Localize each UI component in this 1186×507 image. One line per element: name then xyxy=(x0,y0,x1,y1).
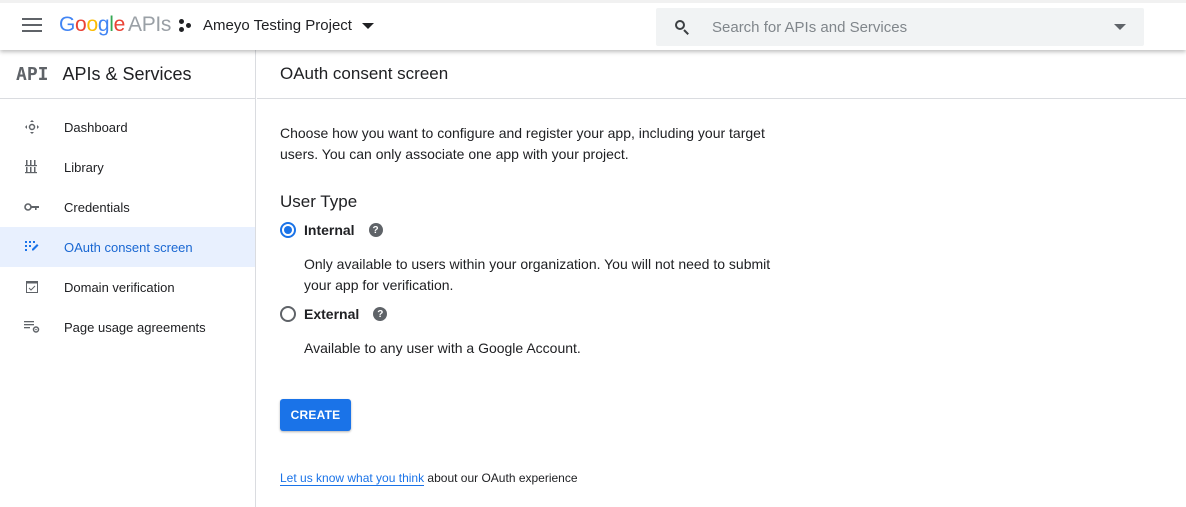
main-menu-icon[interactable] xyxy=(22,18,42,34)
project-icon xyxy=(179,18,195,33)
external-label: External xyxy=(304,306,360,322)
consent-form: Choose how you want to configure and reg… xyxy=(257,123,1186,486)
user-type-internal-option[interactable]: Internal ? xyxy=(280,222,1186,238)
search-dropdown-icon[interactable] xyxy=(1114,24,1126,30)
intro-text: Choose how you want to configure and reg… xyxy=(280,125,765,162)
help-icon[interactable]: ? xyxy=(373,307,388,321)
domain-verification-icon xyxy=(24,279,40,295)
feedback-suffix: about our OAuth experience xyxy=(424,471,578,485)
user-type-heading: User Type xyxy=(280,192,358,211)
api-logo-icon: API xyxy=(16,63,49,85)
search-input[interactable] xyxy=(712,18,1102,36)
search-bar[interactable] xyxy=(656,8,1144,46)
chevron-down-icon xyxy=(361,22,374,29)
sidebar-item-library[interactable]: Library xyxy=(0,147,255,187)
create-button[interactable]: CREATE xyxy=(280,399,351,431)
project-name: Ameyo Testing Project xyxy=(203,17,352,34)
feedback-link[interactable]: Let us know what you think xyxy=(280,471,425,486)
sidebar-title: APIs & Services xyxy=(62,63,192,84)
main-content: OAuth consent screen Choose how you want… xyxy=(257,50,1186,507)
page-header: OAuth consent screen xyxy=(257,50,1186,99)
key-icon xyxy=(24,199,40,215)
page-usage-settings-icon xyxy=(24,319,40,335)
sidebar-item-dashboard[interactable]: Dashboard xyxy=(0,107,255,147)
feedback-text: Let us know what you think about our OAu… xyxy=(280,471,1186,486)
sidebar-header: API APIs & Services xyxy=(0,50,255,99)
sidebar: API APIs & Services Dashboard Library Cr… xyxy=(0,50,256,507)
sidebar-item-page-usage-agreements[interactable]: Page usage agreements xyxy=(0,307,255,347)
internal-label: Internal xyxy=(304,222,355,238)
top-app-bar: Google APIs Ameyo Testing Project xyxy=(0,0,1186,50)
internal-radio[interactable] xyxy=(280,222,296,238)
sidebar-item-oauth-consent-screen[interactable]: OAuth consent screen xyxy=(0,227,255,267)
oauth-consent-icon xyxy=(24,239,40,255)
project-selector[interactable]: Ameyo Testing Project xyxy=(179,17,374,34)
google-apis-logo[interactable]: Google APIs xyxy=(59,13,171,37)
sidebar-nav: Dashboard Library Credentials OAuth cons… xyxy=(0,99,255,347)
search-icon xyxy=(674,19,690,35)
user-type-external-option[interactable]: External ? xyxy=(280,306,1186,322)
internal-description: Only available to users within your orga… xyxy=(304,256,771,293)
page-title: OAuth consent screen xyxy=(280,64,449,83)
external-radio[interactable] xyxy=(280,306,296,322)
help-icon[interactable]: ? xyxy=(368,223,383,237)
dashboard-icon xyxy=(24,119,40,135)
sidebar-item-domain-verification[interactable]: Domain verification xyxy=(0,267,255,307)
external-description: Available to any user with a Google Acco… xyxy=(304,340,581,356)
library-icon xyxy=(24,159,40,175)
sidebar-item-credentials[interactable]: Credentials xyxy=(0,187,255,227)
